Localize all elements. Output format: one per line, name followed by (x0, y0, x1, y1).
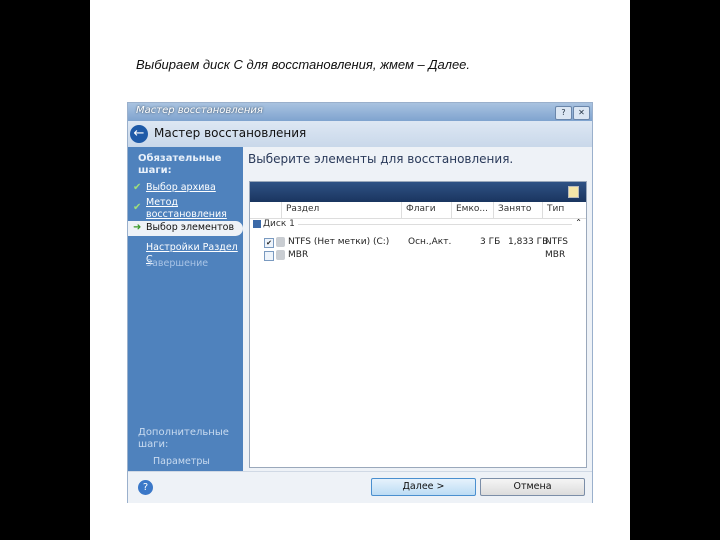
cell-partition: MBR (288, 250, 309, 260)
button-bar: ? Далее > Отмена (128, 471, 592, 503)
disk-label: Диск 1 (263, 219, 295, 229)
partition-icon (276, 237, 285, 247)
list-toolbar (250, 182, 586, 202)
cell-type: MBR (545, 250, 566, 260)
table-row[interactable]: MBR MBR (264, 250, 574, 263)
arrow-icon: ➜ (133, 222, 142, 233)
wizard-title: Мастер восстановления (154, 126, 307, 140)
step-current-label: Выбор элементов (146, 222, 235, 233)
col-used[interactable]: Занято (494, 202, 543, 218)
step-archive[interactable]: Выбор архива (146, 182, 216, 194)
help-title-button[interactable]: ? (555, 106, 572, 120)
col-partition[interactable]: Раздел (282, 202, 402, 218)
cancel-button[interactable]: Отмена (480, 478, 585, 496)
cell-partition: NTFS (Нет метки) (C:) (288, 237, 390, 247)
row-checkbox[interactable] (264, 251, 274, 261)
col-type[interactable]: Тип (543, 202, 586, 218)
collapse-icon[interactable]: ⌃ (575, 218, 582, 227)
column-headers: Раздел Флаги Емко... Занято Тип (250, 202, 586, 219)
required-steps-heading: Обязательные шаги: (138, 153, 222, 176)
step-method[interactable]: Метод восстановления (146, 197, 227, 221)
col-flags[interactable]: Флаги (402, 202, 452, 218)
cell-flags: Осн.,Акт. (408, 237, 452, 247)
optional-steps-heading: Дополнительные шаги: (138, 427, 229, 450)
cell-capacity: 3 ГБ (480, 237, 501, 247)
table-row[interactable]: ✔ NTFS (Нет метки) (C:) Осн.,Акт. 3 ГБ 1… (264, 237, 574, 250)
disk-group[interactable]: Диск 1 (253, 219, 295, 229)
step-finish: Завершение (146, 258, 209, 269)
steps-sidebar: Обязательные шаги: ✔ Выбор архива ✔ Мето… (128, 147, 243, 471)
cell-used: 1,833 ГБ (508, 237, 549, 247)
disk-icon (253, 219, 261, 228)
wizard-header: ← Мастер восстановления (128, 121, 592, 147)
col-capacity[interactable]: Емко... (452, 202, 494, 218)
partition-icon (276, 250, 285, 260)
check-icon: ✔ (133, 182, 142, 193)
page-title: Выберите элементы для восстановления. (248, 152, 514, 166)
row-checkbox[interactable]: ✔ (264, 238, 274, 248)
window-title: Мастер восстановления (136, 105, 263, 116)
check-icon: ✔ (133, 202, 142, 213)
note-icon[interactable] (568, 186, 579, 198)
cell-type: NTFS (545, 237, 568, 247)
title-bar: Мастер восстановления ? ✕ (128, 103, 592, 121)
back-arrow-icon[interactable]: ← (130, 125, 148, 143)
help-icon[interactable]: ? (138, 480, 153, 495)
next-button[interactable]: Далее > (371, 478, 476, 496)
step-parameters[interactable]: Параметры (153, 456, 210, 468)
step-current[interactable]: ➜ Выбор элементов (128, 221, 243, 236)
partition-list: Раздел Флаги Емко... Занято Тип Диск 1 ⌃… (249, 181, 587, 468)
close-button[interactable]: ✕ (573, 106, 590, 120)
caption: Выбираем диск С для восстановления, жмем… (136, 57, 471, 72)
recovery-wizard-window: Мастер восстановления ? ✕ ← Мастер восст… (127, 102, 593, 503)
